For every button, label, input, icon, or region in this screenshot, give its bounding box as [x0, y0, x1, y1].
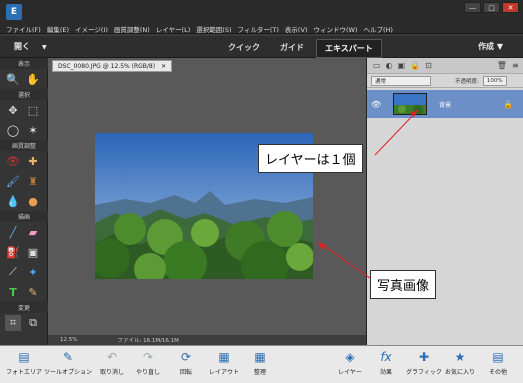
organize-button[interactable]: ▦ 整理: [236, 349, 284, 376]
rotate-label: 回転: [179, 369, 192, 376]
bottom-bar: ▤ フォトエリア ✎ ツールオプション ↶ 取り消し ↷ やり直し ⟳ 回転 ▦ レイアウト…: [0, 345, 523, 383]
layout-icon: ▦: [218, 350, 230, 364]
photo-bin-button[interactable]: ▤ フォトエリア: [0, 349, 48, 376]
photo-bin-icon: ▤: [18, 350, 30, 364]
undo-label: 取り消し: [99, 369, 124, 376]
redo-icon: ↷: [142, 350, 154, 364]
redo-label: やり直し: [135, 369, 160, 376]
layers-label: レイヤー: [338, 369, 362, 376]
callout-arrows: [317, 109, 419, 279]
tool-options-label: ツールオプション: [44, 369, 93, 376]
tool-options-icon: ✎: [62, 350, 74, 364]
organize-label: 整理: [253, 369, 266, 376]
undo-icon: ↶: [106, 350, 118, 364]
effects-icon: fx: [380, 350, 392, 364]
photo-callout-arrowhead: [318, 242, 326, 250]
layout-label: レイアウト: [208, 369, 239, 376]
favorites-label: お気に入り: [444, 369, 475, 376]
layer-callout-arrowhead: [410, 110, 418, 117]
layer-callout: レイヤーは１個: [258, 144, 363, 173]
photo-callout: 写真画像: [370, 270, 437, 299]
tool-options-button[interactable]: ✎ ツールオプション: [44, 349, 92, 376]
layers-icon: ◈: [345, 350, 355, 364]
more-icon: ▤: [492, 350, 504, 364]
star-icon: ★: [454, 350, 466, 364]
layer-callout-arrow: [374, 109, 419, 156]
organize-icon: ▦: [254, 350, 266, 364]
rotate-icon: ⟳: [180, 350, 192, 364]
photo-bin-label: フォトエリア: [5, 369, 42, 376]
more-button[interactable]: ▤ その他: [474, 349, 522, 376]
photo-callout-arrow: [317, 241, 371, 279]
effects-label: 効果: [379, 369, 392, 376]
more-label: その他: [488, 369, 507, 376]
plus-icon: ✚: [418, 350, 430, 364]
